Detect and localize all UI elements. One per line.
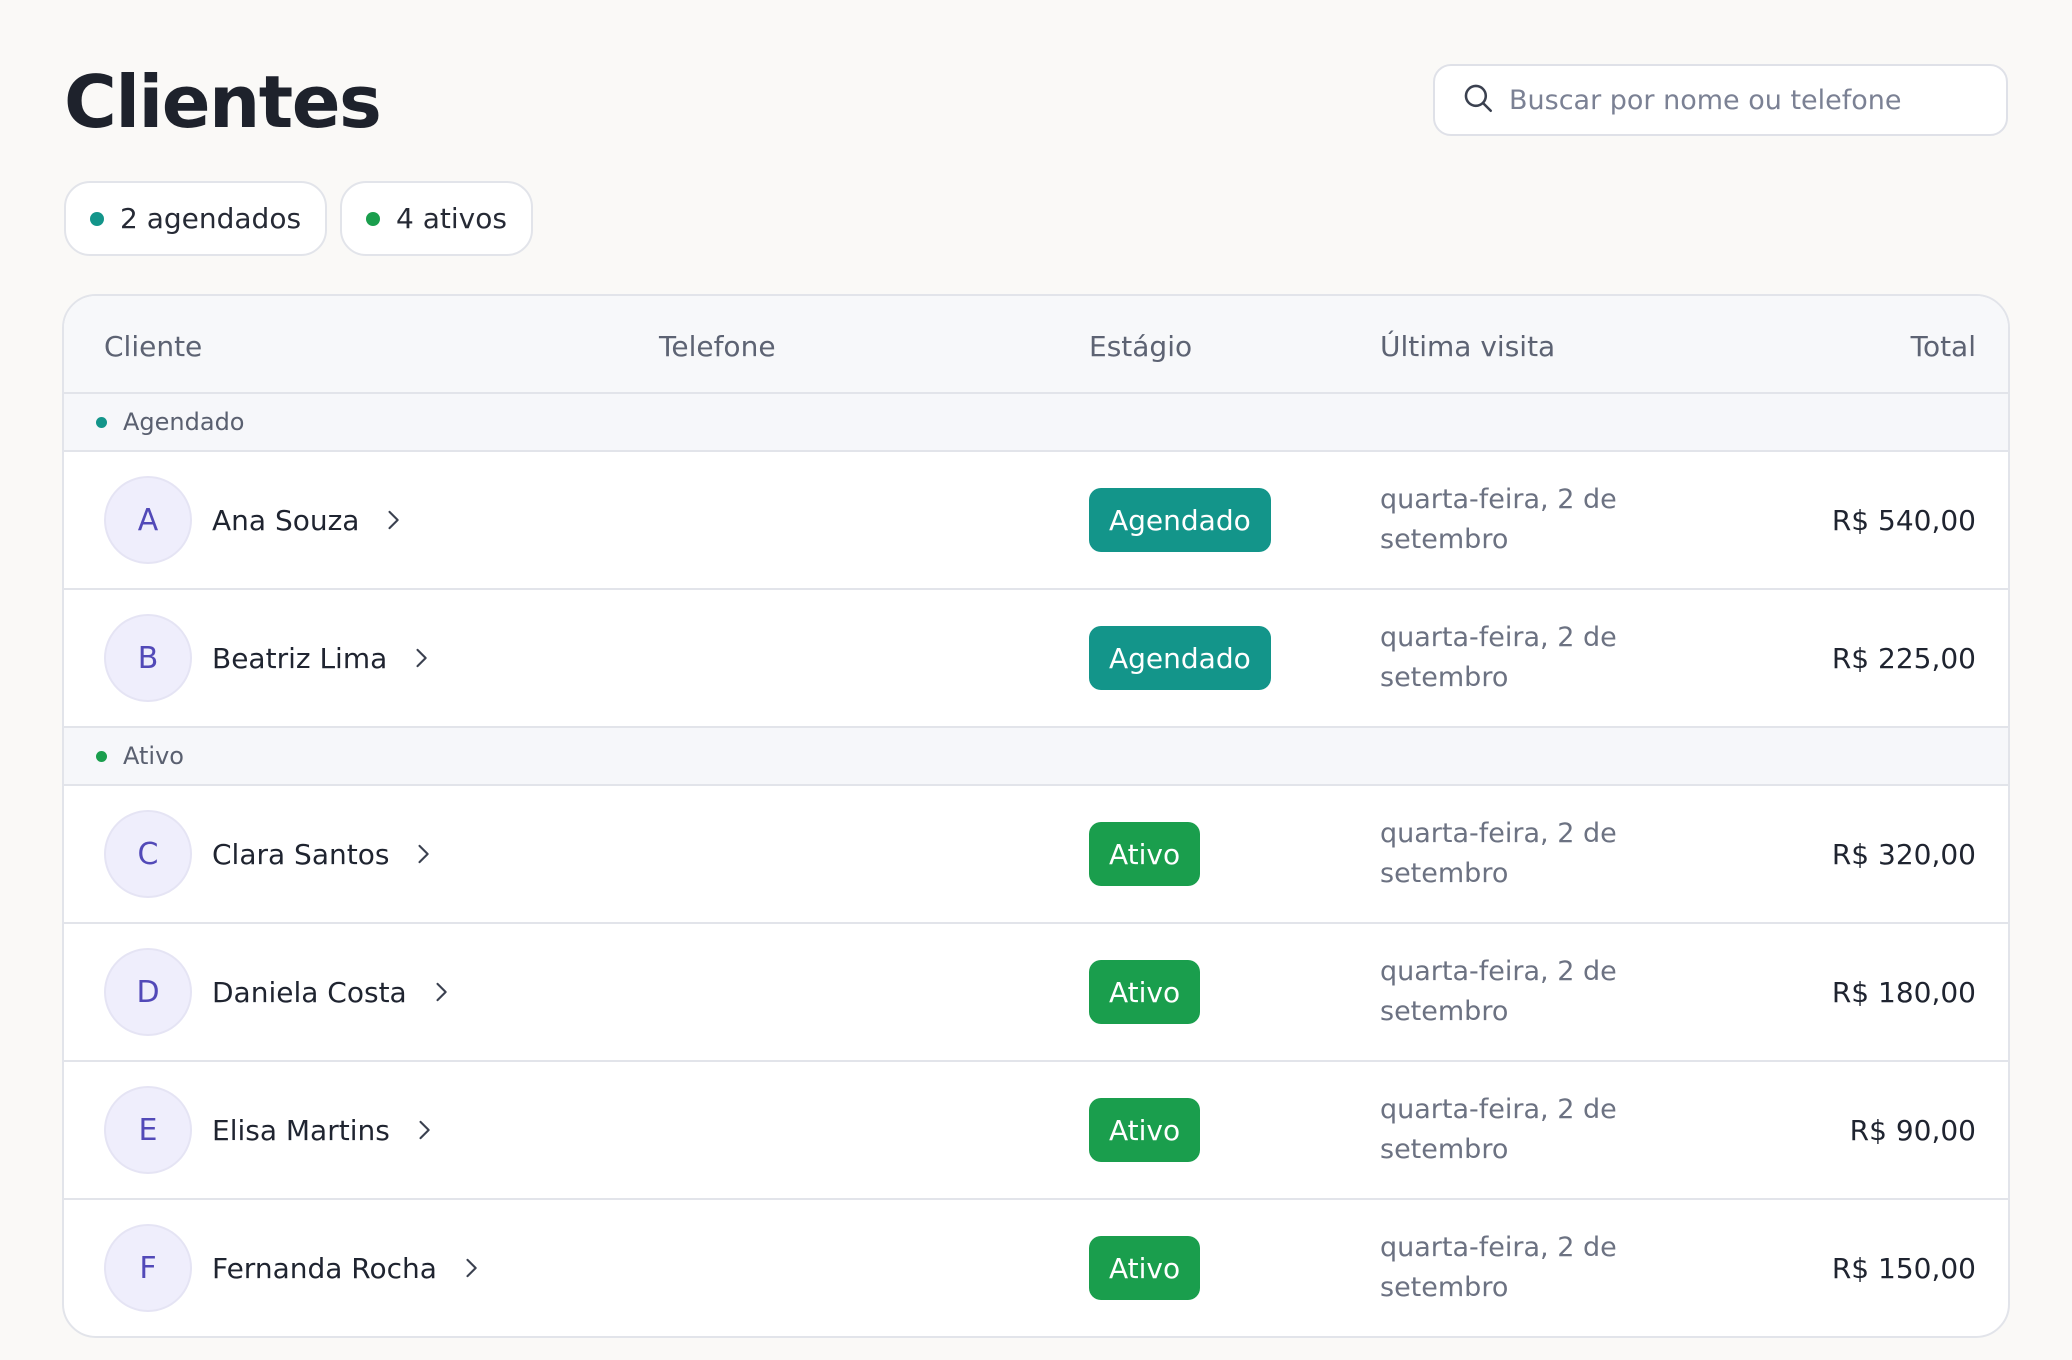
client-name: Ana Souza — [212, 503, 360, 537]
last-visit: quarta-feira, 2 de setembro — [1380, 1232, 1617, 1303]
table-row[interactable]: E Elisa Martins Ativo quarta-feira, 2 de se… — [64, 1062, 2008, 1200]
chip-agendados[interactable]: 2 agendados — [64, 181, 328, 256]
table-header: Cliente Telefone Estágio Última visita T… — [64, 296, 2008, 394]
chevron-right-icon[interactable] — [379, 506, 407, 534]
column-header-cliente[interactable]: Cliente — [104, 330, 202, 363]
client-name-link[interactable]: Beatriz Lima — [212, 590, 435, 726]
table-body: Agendado A Ana Souza Agendado quarta-feira, … — [64, 394, 2008, 1336]
table-row[interactable]: F Fernanda Rocha Ativo quarta-feira, 2 de s… — [64, 1200, 2008, 1336]
stage-badge: Agendado — [1089, 488, 1271, 552]
status-dot — [96, 750, 107, 762]
chip-label: 4 ativos — [396, 202, 507, 235]
client-name-link[interactable]: Daniela Costa — [212, 924, 455, 1060]
total-value: R$ 150,00 — [1831, 1251, 1976, 1285]
status-dot — [96, 416, 107, 428]
group-label: Ativo — [123, 742, 184, 770]
client-name-link[interactable]: Elisa Martins — [212, 1062, 438, 1198]
avatar: E — [104, 1086, 192, 1174]
last-visit: quarta-feira, 2 de setembro — [1380, 1094, 1617, 1165]
stage-badge: Ativo — [1089, 822, 1201, 886]
avatar: F — [104, 1224, 192, 1312]
last-visit: quarta-feira, 2 de setembro — [1380, 818, 1617, 889]
avatar: A — [104, 476, 192, 564]
clients-page: Clientes 2 agendados 4 ativos Cliente Te… — [0, 0, 2072, 1360]
client-name: Daniela Costa — [212, 975, 407, 1009]
chevron-right-icon[interactable] — [457, 1254, 485, 1282]
clients-table: Cliente Telefone Estágio Última visita T… — [62, 294, 2010, 1338]
last-visit: quarta-feira, 2 de setembro — [1380, 622, 1617, 693]
table-row[interactable]: A Ana Souza Agendado quarta-feira, 2 de set… — [64, 452, 2008, 590]
client-name: Beatriz Lima — [212, 641, 388, 675]
chip-ativos[interactable]: 4 ativos — [340, 181, 533, 256]
table-row[interactable]: B Beatriz Lima Agendado quarta-feira, 2 de … — [64, 590, 2008, 728]
stage-badge: Ativo — [1089, 1236, 1201, 1300]
chevron-right-icon[interactable] — [409, 840, 437, 868]
total-value: R$ 180,00 — [1831, 975, 1976, 1009]
total-value: R$ 225,00 — [1831, 641, 1976, 675]
summary-chips: 2 agendados 4 ativos — [64, 181, 2008, 256]
chevron-right-icon[interactable] — [410, 1116, 438, 1144]
chevron-right-icon[interactable] — [427, 978, 455, 1006]
chip-label: 2 agendados — [120, 202, 302, 235]
group-header-ativo: Ativo — [64, 728, 2008, 786]
column-header-ultima-visita[interactable]: Última visita — [1380, 330, 1555, 363]
total-value: R$ 320,00 — [1831, 837, 1976, 871]
status-dot — [90, 211, 104, 226]
table-row[interactable]: C Clara Santos Ativo quarta-feira, 2 de set… — [64, 786, 2008, 924]
status-dot — [366, 211, 381, 226]
stage-badge: Agendado — [1089, 626, 1271, 690]
client-name-link[interactable]: Ana Souza — [212, 452, 407, 588]
client-name-link[interactable]: Clara Santos — [212, 786, 437, 922]
avatar: C — [104, 810, 192, 898]
page-header: Clientes — [64, 0, 2008, 178]
client-name-link[interactable]: Fernanda Rocha — [212, 1200, 485, 1336]
avatar: D — [104, 948, 192, 1036]
search-input[interactable] — [1509, 84, 1989, 116]
client-name: Clara Santos — [212, 837, 390, 871]
stage-badge: Ativo — [1089, 1098, 1201, 1162]
last-visit: quarta-feira, 2 de setembro — [1380, 956, 1617, 1027]
stage-badge: Ativo — [1089, 960, 1201, 1024]
client-name: Elisa Martins — [212, 1113, 390, 1147]
total-value: R$ 540,00 — [1831, 503, 1976, 537]
column-header-telefone[interactable]: Telefone — [659, 330, 776, 363]
search-box[interactable] — [1433, 64, 2008, 136]
table-row[interactable]: D Daniela Costa Ativo quarta-feira, 2 de se… — [64, 924, 2008, 1062]
group-label: Agendado — [123, 408, 245, 436]
page-title: Clientes — [64, 60, 382, 144]
search-icon — [1461, 81, 1495, 119]
total-value: R$ 90,00 — [1849, 1113, 1976, 1147]
group-header-agendado: Agendado — [64, 394, 2008, 452]
client-name: Fernanda Rocha — [212, 1251, 437, 1285]
avatar: B — [104, 614, 192, 702]
chevron-right-icon[interactable] — [407, 644, 435, 672]
column-header-total[interactable]: Total — [1911, 330, 1976, 363]
column-header-estagio[interactable]: Estágio — [1089, 330, 1192, 363]
last-visit: quarta-feira, 2 de setembro — [1380, 484, 1617, 555]
